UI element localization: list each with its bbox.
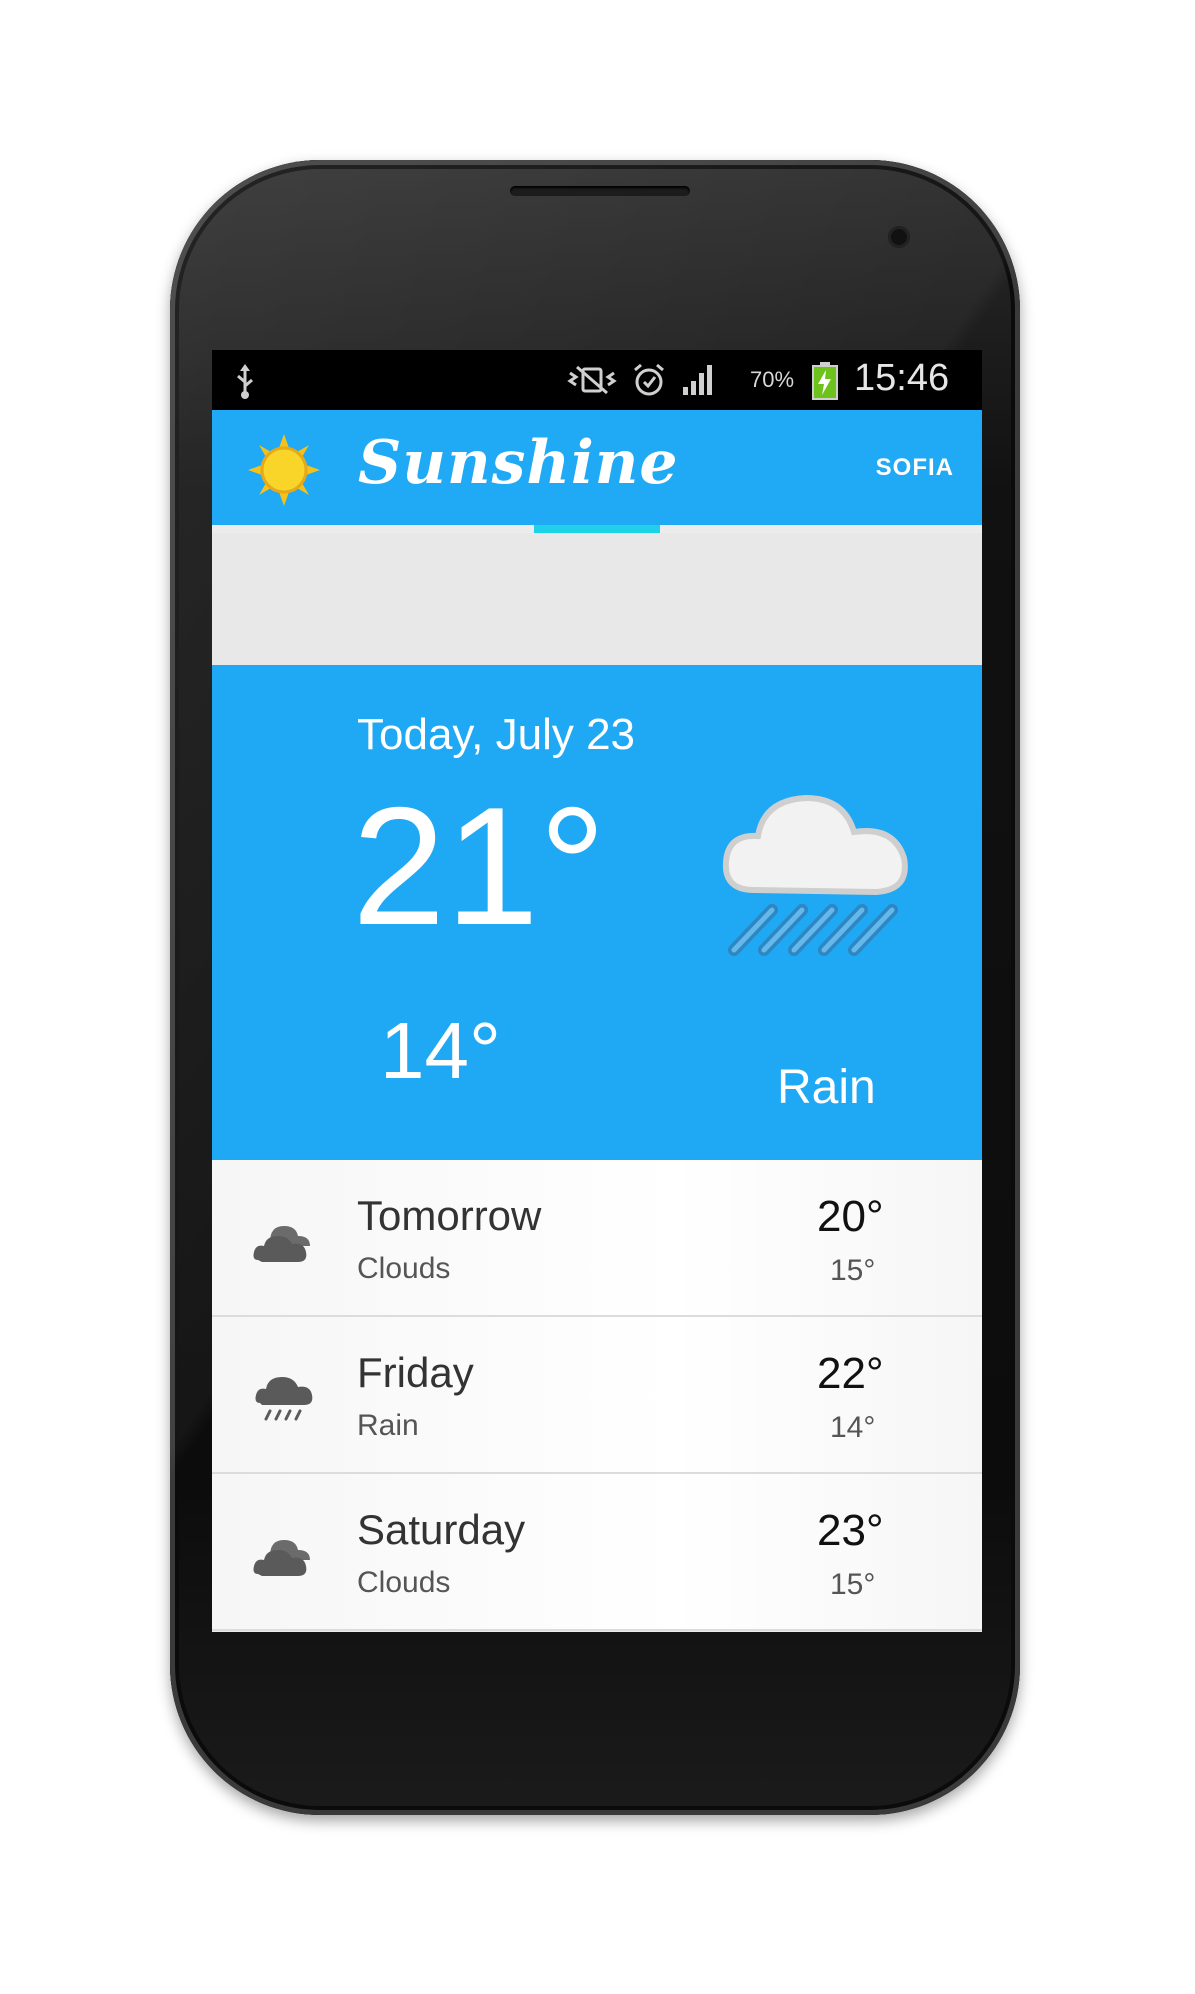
forecast-condition: Clouds bbox=[357, 1566, 451, 1599]
forecast-day: Friday bbox=[357, 1349, 474, 1396]
list-item[interactable]: Friday Rain 22° 14° bbox=[212, 1317, 982, 1474]
today-description: Rain bbox=[777, 1061, 876, 1114]
forecast-low: 14° bbox=[830, 1411, 876, 1444]
alarm-icon bbox=[631, 362, 667, 403]
forecast-high: 23° bbox=[817, 1506, 884, 1555]
signal-icon bbox=[681, 363, 715, 402]
forecast-day: Tomorrow bbox=[357, 1192, 542, 1239]
clouds-icon bbox=[252, 1526, 316, 1587]
today-low-temp: 14° bbox=[380, 1006, 501, 1095]
forecast-condition: Rain bbox=[357, 1409, 419, 1442]
screen: 70% 15:46 Sunshine SOFIA Today, July 23 … bbox=[212, 350, 982, 1632]
battery-charging-icon bbox=[812, 362, 838, 405]
forecast-high: 20° bbox=[817, 1192, 884, 1241]
sun-logo-icon bbox=[248, 434, 320, 511]
usb-icon bbox=[234, 364, 256, 405]
app-title: Sunshine bbox=[358, 428, 679, 498]
action-bar: Sunshine SOFIA bbox=[212, 410, 982, 525]
front-camera bbox=[888, 226, 910, 248]
tab-indicator bbox=[534, 525, 660, 533]
forecast-condition: Clouds bbox=[357, 1252, 451, 1285]
list-item[interactable]: Tomorrow Clouds 20° 15° bbox=[212, 1160, 982, 1317]
city-button[interactable]: SOFIA bbox=[876, 454, 954, 482]
content-placeholder bbox=[212, 533, 982, 665]
battery-percent: 70% bbox=[750, 367, 795, 392]
earpiece-speaker bbox=[510, 186, 690, 196]
status-bar: 70% 15:46 bbox=[212, 350, 982, 410]
clock: 15:46 bbox=[854, 357, 950, 399]
today-card[interactable]: Today, July 23 21° 14° Rain bbox=[212, 665, 982, 1160]
vibrate-icon bbox=[567, 365, 617, 400]
today-high-temp: 21° bbox=[352, 772, 607, 960]
forecast-low: 15° bbox=[830, 1254, 876, 1287]
forecast-high: 22° bbox=[817, 1349, 884, 1398]
forecast-day: Saturday bbox=[357, 1506, 526, 1553]
list-item[interactable]: Saturday Clouds 23° 15° bbox=[212, 1474, 982, 1631]
forecast-list: Tomorrow Clouds 20° 15° Friday Rain 22° … bbox=[212, 1160, 982, 1632]
today-date: Today, July 23 bbox=[357, 710, 636, 759]
rain-icon bbox=[252, 1369, 316, 1430]
forecast-low: 15° bbox=[830, 1568, 876, 1601]
clouds-icon bbox=[252, 1212, 316, 1273]
rain-icon bbox=[714, 770, 924, 985]
